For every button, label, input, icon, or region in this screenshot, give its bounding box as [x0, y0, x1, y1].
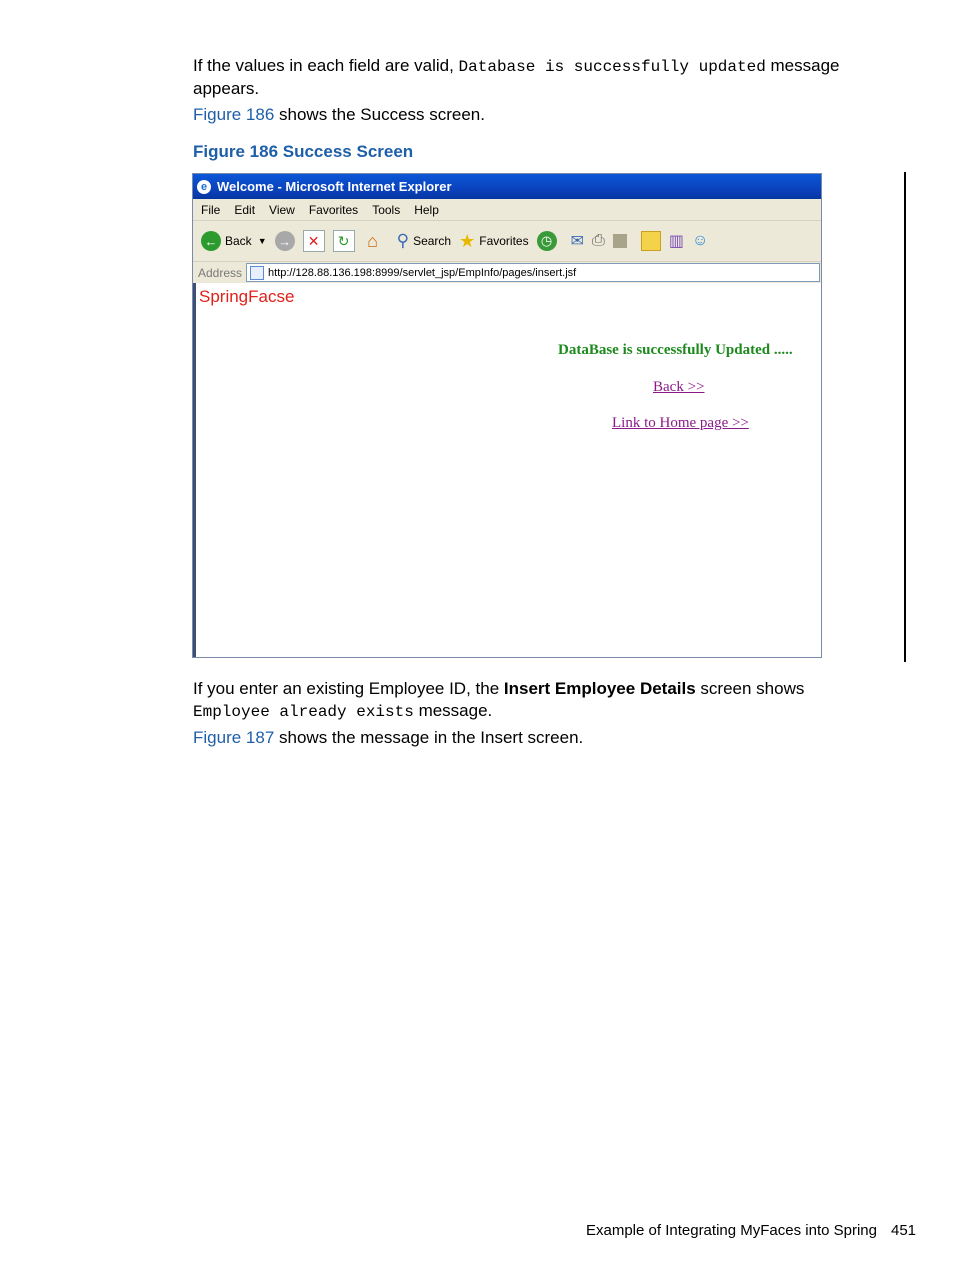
home-icon: ⌂ — [367, 230, 379, 251]
paragraph-existing-employee: If you enter an existing Employee ID, th… — [193, 678, 883, 723]
search-label: Search — [413, 234, 452, 248]
books-icon: ▥ — [668, 233, 684, 250]
mail-button[interactable]: ✉ — [571, 231, 584, 251]
favorites-button[interactable]: ★ Favorites — [459, 231, 529, 252]
brand-title: SpringFacse — [199, 287, 295, 306]
para3-mid: screen shows — [695, 679, 805, 698]
menu-tools[interactable]: Tools — [372, 203, 400, 217]
edit-icon — [612, 234, 627, 248]
refresh-button[interactable]: ↻ — [332, 230, 355, 252]
menu-help[interactable]: Help — [414, 203, 439, 217]
para2-text: shows the Success screen. — [274, 105, 485, 124]
para1-text: If the values in each field are valid, — [193, 56, 459, 75]
address-bar: Address http://128.88.136.198:8999/servl… — [193, 262, 821, 284]
menu-view[interactable]: View — [269, 203, 295, 217]
back-link[interactable]: Back >> — [653, 379, 705, 396]
code-success-message: Database is successfully updated — [458, 58, 766, 76]
refresh-icon: ↻ — [332, 230, 355, 252]
footer-title: Example of Integrating MyFaces into Spri… — [586, 1222, 877, 1239]
page-number: 451 — [890, 1222, 917, 1239]
forward-arrow-icon: → — [274, 231, 295, 251]
para4-text: shows the message in the Insert screen. — [274, 728, 584, 747]
discuss-button[interactable] — [640, 231, 661, 251]
stop-button[interactable]: ✕ — [302, 230, 325, 252]
home-link[interactable]: Link to Home page >> — [612, 415, 749, 432]
history-button[interactable]: ◷ — [536, 231, 557, 251]
favorites-label: Favorites — [479, 234, 529, 248]
window-title: Welcome - Microsoft Internet Explorer — [217, 179, 452, 194]
menu-favorites[interactable]: Favorites — [309, 203, 358, 217]
messenger-icon: ☺ — [691, 232, 709, 249]
window-titlebar: e Welcome - Microsoft Internet Explorer — [193, 174, 821, 199]
print-button[interactable]: ⎙ — [592, 232, 605, 250]
star-icon: ★ — [459, 230, 476, 251]
paragraph-valid-values: If the values in each field are valid, D… — [193, 55, 883, 100]
page-icon — [250, 265, 265, 280]
back-button[interactable]: ← Back ▼ — [201, 231, 267, 251]
menu-file[interactable]: File — [201, 203, 220, 217]
paragraph-figure-186-ref: Figure 186 shows the Success screen. — [193, 104, 485, 126]
success-message: DataBase is successfully Updated ..... — [558, 342, 793, 358]
insert-employee-details-bold: Insert Employee Details — [503, 679, 696, 698]
figure-caption: Figure 186 Success Screen — [193, 142, 414, 161]
code-employee-exists: Employee already exists — [193, 703, 414, 721]
search-button[interactable]: ⚲ Search — [397, 231, 451, 251]
stop-icon: ✕ — [302, 230, 325, 252]
address-label: Address — [198, 265, 243, 280]
research-button[interactable]: ▥ — [669, 231, 684, 251]
change-bar — [904, 172, 906, 662]
chevron-down-icon: ▼ — [257, 236, 267, 246]
back-arrow-icon: ← — [201, 231, 221, 251]
page-footer: Example of Integrating MyFaces into Spri… — [586, 1222, 916, 1239]
history-icon: ◷ — [536, 231, 557, 251]
note-icon — [640, 231, 661, 251]
printer-icon: ⎙ — [592, 232, 605, 249]
paragraph-figure-187-ref: Figure 187 shows the message in the Inse… — [193, 727, 583, 749]
toolbar: ← Back ▼ → ✕ ↻ ⌂ ⚲ Search ★ Favorites ◷ … — [193, 221, 821, 262]
ie-logo-icon: e — [197, 179, 211, 194]
forward-button[interactable]: → — [274, 231, 295, 251]
messenger-button[interactable]: ☺ — [692, 232, 708, 250]
back-label: Back — [225, 234, 252, 248]
menu-edit[interactable]: Edit — [234, 203, 255, 217]
figure-187-link[interactable]: Figure 187 — [193, 728, 274, 747]
address-input[interactable]: http://128.88.136.198:8999/servlet_jsp/E… — [246, 263, 820, 282]
para3-text-after: message. — [413, 701, 493, 720]
edit-button[interactable] — [612, 234, 627, 248]
para3-text: If you enter an existing Employee ID, th… — [193, 679, 504, 698]
search-icon: ⚲ — [396, 231, 410, 250]
menu-bar: File Edit View Favorites Tools Help — [193, 199, 821, 221]
address-url: http://128.88.136.198:8999/servlet_jsp/E… — [268, 266, 577, 279]
figure-186-link[interactable]: Figure 186 — [193, 105, 274, 124]
page-content: SpringFacse DataBase is successfully Upd… — [193, 283, 821, 657]
mail-icon: ✉ — [570, 233, 584, 250]
home-button[interactable]: ⌂ — [363, 231, 383, 251]
browser-screenshot: e Welcome - Microsoft Internet Explorer … — [192, 173, 822, 658]
